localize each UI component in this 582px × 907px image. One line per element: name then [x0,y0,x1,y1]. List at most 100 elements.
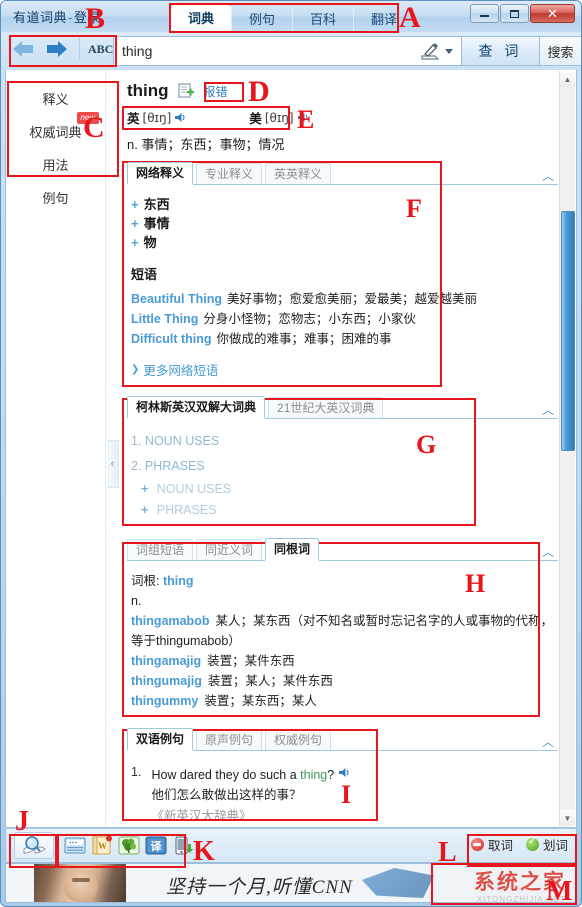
tab-professional-definition[interactable]: 专业释义 [196,163,263,184]
list-item: thingamabob 某人；某东西（对不知名或暂时忘记名字的人或事物的代称，等于… [131,611,554,651]
list-item[interactable]: + 东西 [131,195,554,214]
tab-same-root-words[interactable]: 同根词 [265,538,320,560]
derivative-word[interactable]: thingamajig [131,654,201,668]
example-en-highlight: thing [300,768,328,782]
minimize-button[interactable] [470,4,499,23]
phrase-en[interactable]: Beautiful Thing [131,292,222,306]
sidebar-item-label: 释义 [42,92,69,107]
pron-tag-us: 美 [249,112,262,126]
notes-icon[interactable] [64,835,86,856]
chevron-down-icon: ❯ [131,364,140,375]
sidebar-item-usage[interactable]: 用法 [6,148,105,181]
list-item[interactable]: + 事情 [131,214,554,233]
clover-icon[interactable] [118,835,140,856]
ad-banner[interactable]: 坚持一个月,听懂CNN 系统之家 XITONGZHIJIA.NET [5,863,577,903]
derivative-word[interactable]: thingamabob [131,614,209,628]
tab-synonyms[interactable]: 同近义词 [196,539,263,560]
scroll-down-button[interactable]: ▼ [560,810,575,826]
phrase-cn: 分身小怪物；恋物志；小东西；小家伙 [203,312,416,326]
tab-encyclopedia[interactable]: 百科 [292,7,353,32]
phrase-en[interactable]: Difficult thing [131,332,212,346]
collins-body: 1. NOUN USES 2. PHRASES + NOUN USES + PH… [127,419,558,529]
collapse-chevron-up-icon[interactable]: ︿ [542,546,554,558]
tab-dictionary-label: 词典 [188,11,215,26]
login-link[interactable]: 登录 [74,10,101,25]
collapse-chevron-up-icon[interactable]: ︿ [542,736,554,748]
forward-arrow-icon[interactable] [45,38,69,60]
list-item[interactable]: + NOUN USES [131,479,554,500]
vertical-scrollbar[interactable]: ▲ ☰ ▼ [559,71,582,826]
tab-translate[interactable]: 翻译 [353,7,414,32]
list-item[interactable]: 1. NOUN USES [131,429,554,454]
check-circle-icon [525,836,539,851]
back-arrow-icon[interactable] [11,38,35,60]
derivative-meaning: 装置；某人；某件东西 [207,674,333,688]
list-item: Difficult thing 你做成的难事；难事；困难的事 [131,329,554,349]
tab-authoritative-examples[interactable]: 权威例句 [265,729,332,750]
tab-label: 21世纪大英汉词典 [277,401,375,415]
scroll-up-button[interactable]: ▲ [560,71,575,87]
tab-audio-examples[interactable]: 原声例句 [196,729,263,750]
tab-bilingual-examples[interactable]: 双语例句 [127,728,194,750]
close-button[interactable]: ✕ [530,4,575,23]
phrase-en[interactable]: Little Thing [131,312,198,326]
derivative-word[interactable]: thingummy [131,694,198,708]
add-to-wordbook-icon[interactable] [178,83,195,99]
capture-word-toggle[interactable]: 取词 [470,835,513,854]
handwriting-chevron-down-icon[interactable] [445,48,453,54]
list-item: Little Thing 分身小怪物；恋物志；小东西；小家伙 [131,309,554,329]
tab-21st-century[interactable]: 21世纪大英汉词典 [268,397,384,418]
word-root-value[interactable]: thing [163,574,194,588]
tab-english-definition[interactable]: 英英释义 [265,163,332,184]
translate-icon[interactable]: 译 [145,835,167,856]
sidebar-item-label: 权威词典 [29,125,82,140]
tab-translate-label: 翻译 [371,12,398,27]
collapse-chevron-up-icon[interactable]: ︿ [542,170,554,182]
magnifier-book-icon[interactable] [14,832,54,859]
search-box[interactable] [113,36,461,66]
entry-label: PHRASES [144,459,205,473]
tab-network-definition[interactable]: 网络释义 [127,162,194,184]
tab-dictionary[interactable]: 词典 [171,5,232,32]
collapse-chevron-up-icon[interactable]: ︿ [542,404,554,416]
speaker-icon-example[interactable] [338,768,351,782]
wordbook-icon[interactable]: W [91,835,113,856]
speaker-icon-uk[interactable] [174,111,187,124]
part-of-speech: n. [131,594,142,608]
example-en-after: ? [327,768,335,782]
search-input[interactable] [122,38,419,64]
speaker-icon-us[interactable] [297,111,310,124]
spell-check-icon: ABC [88,41,114,56]
pronunciation-uk: 英 [θɪŋ] [127,108,187,127]
search-button[interactable]: 搜索 [539,36,581,66]
sidebar-item-example-sentences[interactable]: 例句 [6,181,105,214]
watermark: 系统之家 XITONGZHIJIA.NET [362,864,572,902]
minimize-icon [471,5,498,22]
example-en-before: How dared they do such a [151,768,301,782]
close-icon: ✕ [547,5,558,21]
title-separator: - [68,10,73,25]
tab-collins[interactable]: 柯林斯英汉双解大词典 [127,396,266,418]
maximize-button[interactable] [500,4,529,23]
collins-tabs: 柯林斯英汉双解大词典 21世纪大英汉词典 ︿ [127,396,558,419]
more-network-phrases-link[interactable]: ❯ 更多网络短语 [131,360,554,379]
top-tab-bar: 词典 例句 百科 翻译 [171,5,414,32]
query-button[interactable]: 查 词 [461,36,539,66]
list-item[interactable]: + PHRASES [131,500,554,521]
word-forms-tabs: 词组短语 同近义词 同根词 ︿ [127,538,558,561]
tab-phrases[interactable]: 词组短语 [127,539,194,560]
sidebar-collapse-handle[interactable]: ‹ [107,440,119,488]
mobile-download-icon[interactable] [172,835,194,856]
sidebar-item-authoritative-dictionary[interactable]: new 权威词典 [6,112,105,148]
tab-label: 同根词 [274,542,311,556]
list-item[interactable]: + 物 [131,233,554,252]
select-word-toggle[interactable]: 划词 [525,835,568,854]
scrollbar-thumb[interactable] [561,211,575,451]
handwriting-icon[interactable] [419,41,443,61]
tab-label: 原声例句 [205,733,254,747]
report-error-link[interactable]: 报错 [204,83,228,100]
derivative-word[interactable]: thingumajig [131,674,202,688]
tab-examples[interactable]: 例句 [231,7,292,32]
list-item[interactable]: 2. PHRASES [131,454,554,479]
sidebar-item-definition[interactable]: 释义 [6,82,105,115]
